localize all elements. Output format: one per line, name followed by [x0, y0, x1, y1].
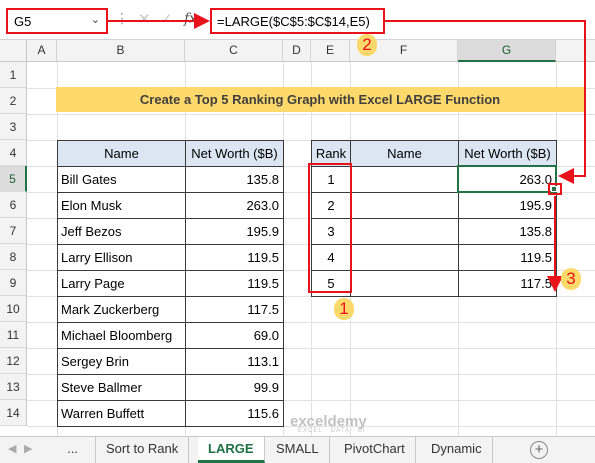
source-name-cell[interactable]: Larry Page	[57, 270, 186, 297]
sheet-tab-bar: ◀ ▶ ... Sort to Rank LARGE SMALL PivotCh…	[0, 436, 595, 463]
rank-value-cell[interactable]: 195.9	[458, 192, 557, 219]
formula-input[interactable]: =LARGE($C$5:$C$14,E5)	[210, 8, 385, 34]
source-name-cell[interactable]: Sergey Brin	[57, 348, 186, 375]
rank-name-cell[interactable]	[350, 166, 459, 193]
watermark-tagline: EXCEL · DATA · BI	[298, 428, 366, 434]
source-value-cell[interactable]: 263.0	[185, 192, 284, 219]
tab-more[interactable]: ...	[50, 437, 96, 463]
header-name[interactable]: Name	[57, 140, 186, 167]
rank-name-cell[interactable]	[350, 270, 459, 297]
rank-name-cell[interactable]	[350, 244, 459, 271]
tab-pivotchart[interactable]: PivotChart	[334, 437, 416, 463]
active-cell-outline	[457, 165, 557, 193]
fill-handle[interactable]	[551, 186, 557, 192]
name-box-value: G5	[14, 14, 32, 29]
source-value-cell[interactable]: 99.9	[185, 374, 284, 401]
row-header-10[interactable]: 10	[0, 296, 27, 322]
rank-value-cell[interactable]: 119.5	[458, 244, 557, 271]
step-2-badge: 2	[357, 34, 377, 56]
tab-dynamic[interactable]: Dynamic	[421, 437, 493, 463]
row-header-5[interactable]: 5	[0, 166, 27, 192]
source-name-cell[interactable]: Larry Ellison	[57, 244, 186, 271]
source-value-cell[interactable]: 195.9	[185, 218, 284, 245]
column-header-g[interactable]: G	[458, 40, 556, 62]
tab-small[interactable]: SMALL	[266, 437, 330, 463]
row-header-1[interactable]: 1	[0, 62, 27, 88]
header-rank-net-worth[interactable]: Net Worth ($B)	[458, 140, 557, 167]
source-name-cell[interactable]: Mark Zuckerberg	[57, 296, 186, 323]
row-header-8[interactable]: 8	[0, 244, 27, 270]
row-header-2[interactable]: 2	[0, 88, 27, 114]
formula-bar-separator: ⋮	[115, 10, 129, 26]
rank-range-highlight	[308, 163, 352, 293]
chevron-down-icon[interactable]: ⌄	[91, 13, 100, 26]
tab-sort-to-rank[interactable]: Sort to Rank	[96, 437, 190, 463]
column-header-d[interactable]: D	[283, 40, 311, 62]
column-header-h[interactable]	[556, 40, 595, 62]
check-icon[interactable]: ✓	[160, 10, 173, 28]
column-header-b[interactable]: B	[57, 40, 185, 62]
source-value-cell[interactable]: 113.1	[185, 348, 284, 375]
exceldemy-watermark: exceldemy EXCEL · DATA · BI	[290, 413, 367, 434]
formula-text: =LARGE($C$5:$C$14,E5)	[217, 14, 370, 29]
row-header-6[interactable]: 6	[0, 192, 27, 218]
select-all-corner[interactable]	[0, 40, 27, 62]
header-rank-name[interactable]: Name	[350, 140, 459, 167]
row-header-9[interactable]: 9	[0, 270, 27, 296]
column-header-c[interactable]: C	[185, 40, 283, 62]
source-value-cell[interactable]: 117.5	[185, 296, 284, 323]
step-1-badge: 1	[334, 298, 354, 320]
row-header-3[interactable]: 3	[0, 114, 27, 140]
source-value-cell[interactable]: 119.5	[185, 270, 284, 297]
column-header-e[interactable]: E	[311, 40, 350, 62]
source-name-cell[interactable]: Warren Buffett	[57, 400, 186, 427]
next-sheet-icon[interactable]: ▶	[24, 442, 32, 455]
header-net-worth[interactable]: Net Worth ($B)	[185, 140, 284, 167]
source-value-cell[interactable]: 69.0	[185, 322, 284, 349]
row-header-12[interactable]: 12	[0, 348, 27, 374]
rank-value-cell[interactable]: 117.5	[458, 270, 557, 297]
column-header-a[interactable]: A	[27, 40, 57, 62]
source-value-cell[interactable]: 119.5	[185, 244, 284, 271]
source-value-cell[interactable]: 115.6	[185, 400, 284, 427]
tab-large[interactable]: LARGE	[198, 437, 265, 463]
sheet-title: Create a Top 5 Ranking Graph with Excel …	[56, 87, 584, 112]
source-name-cell[interactable]: Bill Gates	[57, 166, 186, 193]
rank-value-cell[interactable]: 135.8	[458, 218, 557, 245]
rank-name-cell[interactable]	[350, 218, 459, 245]
formula-bar-area: G5 ⌄ ⋮ ✕ ✓ fx =LARGE($C$5:$C$14,E5)	[0, 0, 595, 40]
rank-name-cell[interactable]	[350, 192, 459, 219]
row-header-13[interactable]: 13	[0, 374, 27, 400]
row-header-11[interactable]: 11	[0, 322, 27, 348]
row-header-7[interactable]: 7	[0, 218, 27, 244]
add-sheet-button[interactable]: +	[530, 441, 548, 459]
source-value-cell[interactable]: 135.8	[185, 166, 284, 193]
function-icon[interactable]: fx	[184, 11, 197, 27]
source-name-cell[interactable]: Jeff Bezos	[57, 218, 186, 245]
row-header-4[interactable]: 4	[0, 140, 27, 166]
prev-sheet-icon[interactable]: ◀	[8, 442, 16, 455]
source-name-cell[interactable]: Elon Musk	[57, 192, 186, 219]
step-3-badge: 3	[561, 268, 581, 290]
row-header-14[interactable]: 14	[0, 400, 27, 426]
formula-buttons: ✕ ✓ fx	[130, 8, 210, 32]
name-box[interactable]: G5 ⌄	[6, 8, 108, 34]
cancel-icon[interactable]: ✕	[138, 10, 151, 28]
source-name-cell[interactable]: Steve Ballmer	[57, 374, 186, 401]
source-name-cell[interactable]: Michael Bloomberg	[57, 322, 186, 349]
